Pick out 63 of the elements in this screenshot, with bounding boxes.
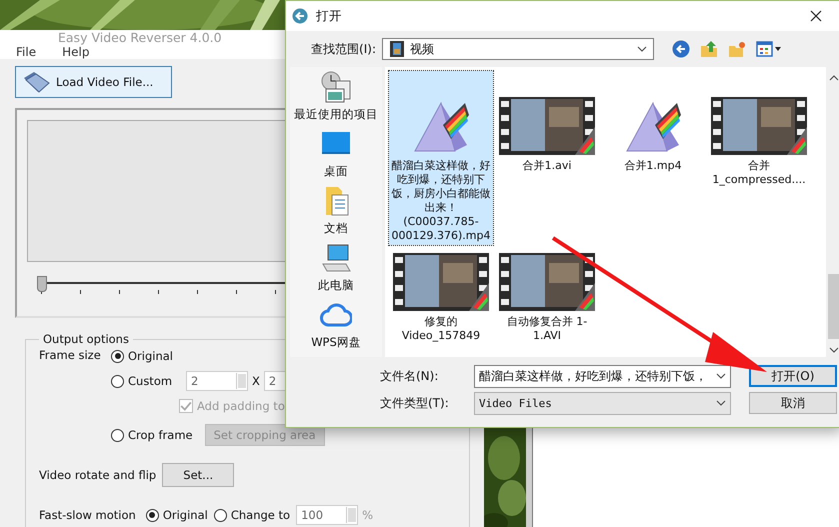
times-sign: X: [252, 374, 260, 388]
chevron-down-icon: [716, 373, 726, 379]
width-spin-field[interactable]: 2: [186, 371, 248, 391]
motion-label: Fast-slow motion: [39, 508, 136, 522]
thumbnail-tile[interactable]: 合并1.avi: [495, 71, 599, 245]
radio-button[interactable]: [146, 508, 159, 522]
radio-button[interactable]: [214, 508, 227, 522]
load-video-button[interactable]: Load Video File...: [15, 66, 172, 98]
cancel-button[interactable]: 取消: [749, 392, 837, 414]
file-name-field[interactable]: 醋溜白菜这样做，好吃到爆，还特别下饭，: [474, 364, 731, 388]
back-icon[interactable]: [672, 40, 690, 58]
film-icon: [389, 41, 405, 57]
file-name-label: 文件名(N):: [380, 368, 440, 384]
up-folder-icon[interactable]: [700, 40, 718, 58]
radio-label: Original: [162, 508, 208, 522]
scroll-thumb[interactable]: [828, 274, 839, 339]
scroll-down-icon[interactable]: [829, 347, 839, 353]
thumbnail-tile[interactable]: 合并 1_compressed....: [707, 71, 811, 245]
dialog-title: 打开: [316, 8, 342, 24]
thumbnail-tile[interactable]: 自动修复合并 1-1.AVI: [495, 247, 599, 345]
view-menu-icon[interactable]: [756, 40, 782, 58]
frame-size-label: Frame size: [39, 347, 101, 364]
chevron-down-icon: [637, 46, 647, 52]
place-item[interactable]: 此电脑: [290, 242, 382, 293]
menu-item[interactable]: Help: [62, 45, 90, 59]
checkbox-label: Add padding to: [197, 399, 285, 413]
film-strip-icon: [711, 97, 807, 155]
place-item[interactable]: 桌面: [290, 128, 382, 179]
place-item[interactable]: 文档: [290, 185, 382, 236]
close-icon[interactable]: [810, 10, 822, 22]
open-button[interactable]: 打开(O): [749, 365, 837, 387]
file-type-label: 文件类型(T):: [380, 394, 450, 412]
rotate-label: Video rotate and flip: [39, 468, 156, 482]
place-item[interactable]: 最近使用的项目: [290, 71, 382, 122]
look-in-label: 查找范围(I):: [310, 40, 376, 58]
radio-button[interactable]: [111, 350, 124, 362]
film-strip-icon: [499, 253, 595, 311]
look-in-dropdown[interactable]: 视频: [382, 38, 654, 60]
radio-label: Change to: [230, 508, 290, 522]
radio-label: Crop frame: [128, 428, 193, 442]
scroll-up-icon[interactable]: [829, 75, 839, 81]
percent-unit: %: [362, 508, 373, 522]
radio-label: Original: [128, 349, 174, 363]
radio-label: Custom: [128, 374, 174, 388]
set-button[interactable]: Set...: [162, 463, 234, 487]
group-title: Output options: [42, 332, 130, 346]
thumbnail-tile[interactable]: 醋溜白菜这样做，好吃到爆，还特别下饭，厨房小白都能做出来！(C00037.785-000129.376).mp4: [389, 71, 493, 245]
speed-spin-field[interactable]: 100: [296, 505, 358, 525]
file-type-dropdown[interactable]: Video Files: [474, 392, 731, 414]
clock-documents-icon: [320, 71, 352, 103]
film-strip-icon: [393, 253, 489, 311]
thumbnail-tile[interactable]: 合并1.mp4: [601, 71, 705, 245]
place-item[interactable]: WPS网盘: [290, 299, 382, 350]
radio-button[interactable]: [111, 374, 124, 388]
film-strip-icon: [499, 97, 595, 155]
new-folder-icon[interactable]: [728, 40, 746, 58]
chevron-down-icon: [716, 400, 726, 406]
folder-icon: [22, 70, 50, 94]
computer-icon: [320, 242, 352, 274]
thumbnail-tile[interactable]: 修复的 Video_157849: [389, 247, 493, 345]
radio-button[interactable]: [111, 428, 124, 442]
window-title: Easy Video Reverser 4.0.0: [58, 30, 222, 45]
menu-item[interactable]: File: [16, 45, 36, 59]
